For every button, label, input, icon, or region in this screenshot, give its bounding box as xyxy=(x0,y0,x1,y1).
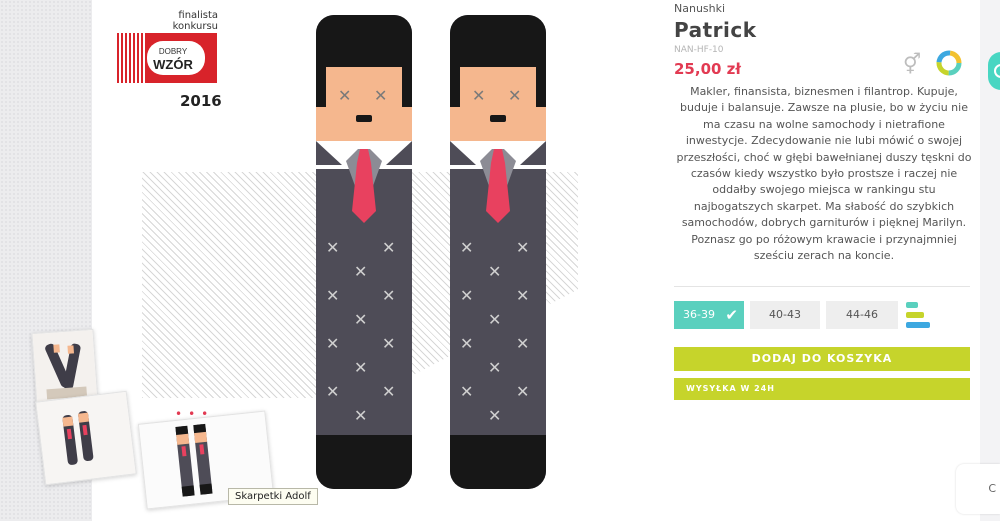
svg-text:✕: ✕ xyxy=(488,358,501,377)
multicolor-ring-icon xyxy=(936,50,962,76)
svg-text:✕: ✕ xyxy=(354,358,367,377)
size-label: 44-46 xyxy=(846,308,878,321)
svg-text:✕: ✕ xyxy=(488,310,501,329)
svg-text:✕: ✕ xyxy=(516,382,529,401)
size-chart-icon[interactable] xyxy=(906,302,932,328)
svg-text:✕: ✕ xyxy=(488,262,501,281)
product-title: Patrick xyxy=(674,18,757,42)
size-label: 40-43 xyxy=(769,308,801,321)
svg-text:✕: ✕ xyxy=(326,334,339,353)
svg-text:✕: ✕ xyxy=(516,238,529,257)
svg-text:✕: ✕ xyxy=(382,334,395,353)
svg-text:✕: ✕ xyxy=(382,382,395,401)
dobry-wzor-logo: DOBRY WZÓR xyxy=(117,33,217,83)
svg-text:✕: ✕ xyxy=(488,406,501,425)
svg-text:✕: ✕ xyxy=(508,86,521,105)
sock-image-right: ✕ ✕ ✕ ✕ ✕ ✕ ✕ ✕ ✕ ✕ ✕ ✕ ✕ ✕ xyxy=(450,15,546,489)
svg-text:✕: ✕ xyxy=(326,382,339,401)
product-sku: NAN-HF-10 xyxy=(674,45,724,55)
svg-text:✕: ✕ xyxy=(460,382,473,401)
size-option-44-46[interactable]: 44-46 xyxy=(826,301,898,329)
svg-text:✕: ✕ xyxy=(516,286,529,305)
svg-text:✕: ✕ xyxy=(326,238,339,257)
sock-image-left: ✕ ✕ ✕ ✕ ✕ ✕ ✕ ✕ ✕ ✕ ✕ ✕ ✕ ✕ xyxy=(316,15,412,489)
check-icon: ✔ xyxy=(725,306,738,324)
section-divider xyxy=(674,286,970,287)
side-panel-tab[interactable]: C xyxy=(956,464,1000,514)
svg-text:✕: ✕ xyxy=(516,334,529,353)
size-option-40-43[interactable]: 40-43 xyxy=(750,301,820,329)
thumbnail-image xyxy=(36,391,136,485)
award-caption-line1: finalista xyxy=(178,10,218,21)
svg-text:✕: ✕ xyxy=(460,286,473,305)
svg-text:✕: ✕ xyxy=(326,286,339,305)
svg-text:WZÓR: WZÓR xyxy=(153,57,193,72)
svg-text:✕: ✕ xyxy=(382,238,395,257)
product-price: 25,00 zł xyxy=(674,60,741,78)
award-caption: finalista konkursu xyxy=(166,10,218,32)
svg-text:✕: ✕ xyxy=(354,310,367,329)
gallery-dots-icon[interactable]: ••• xyxy=(175,407,214,421)
gender-neutral-icon: ⚥ xyxy=(903,52,922,76)
side-tab-label: C xyxy=(988,482,996,495)
svg-text:✕: ✕ xyxy=(460,334,473,353)
award-caption-line2: konkursu xyxy=(172,21,218,32)
size-option-36-39[interactable]: 36-39 ✔ xyxy=(674,301,744,329)
svg-text:✕: ✕ xyxy=(354,262,367,281)
award-year: 2016 xyxy=(180,92,222,110)
product-description: Makler, finansista, biznesmen i filantro… xyxy=(676,85,972,263)
size-label: 36-39 xyxy=(683,308,715,321)
product-brand[interactable]: Nanushki xyxy=(674,2,725,15)
svg-text:✕: ✕ xyxy=(374,86,387,105)
svg-text:✕: ✕ xyxy=(338,86,351,105)
svg-text:✕: ✕ xyxy=(382,286,395,305)
svg-text:✕: ✕ xyxy=(354,406,367,425)
add-to-cart-button[interactable]: DODAJ DO KOSZYKA xyxy=(674,347,970,371)
thumbnail-tooltip: Skarpetki Adolf xyxy=(228,488,318,505)
svg-text:✕: ✕ xyxy=(460,238,473,257)
svg-text:DOBRY: DOBRY xyxy=(159,47,188,56)
shipping-info-bar: WYSYŁKA W 24H xyxy=(674,378,970,400)
chat-widget-icon[interactable] xyxy=(988,52,1000,90)
gallery-thumbnail[interactable] xyxy=(35,390,137,486)
svg-text:✕: ✕ xyxy=(472,86,485,105)
